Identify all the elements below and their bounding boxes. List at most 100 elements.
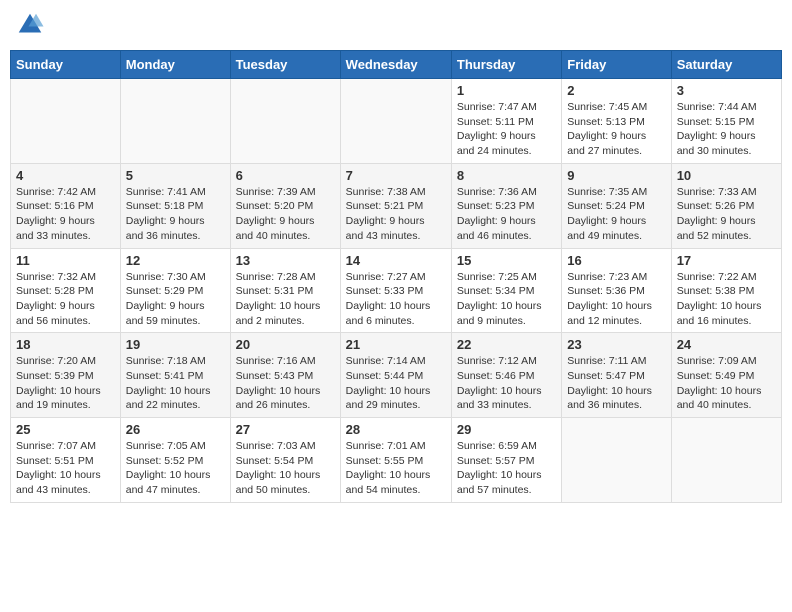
- day-number: 25: [16, 422, 115, 437]
- day-number: 1: [457, 83, 556, 98]
- day-number: 10: [677, 168, 776, 183]
- calendar-week-row: 1Sunrise: 7:47 AM Sunset: 5:11 PM Daylig…: [11, 79, 782, 164]
- day-info: Sunrise: 7:30 AM Sunset: 5:29 PM Dayligh…: [126, 270, 225, 329]
- day-info: Sunrise: 7:11 AM Sunset: 5:47 PM Dayligh…: [567, 354, 665, 413]
- day-number: 17: [677, 253, 776, 268]
- day-number: 7: [346, 168, 446, 183]
- logo-icon: [15, 10, 45, 40]
- day-number: 22: [457, 337, 556, 352]
- calendar-cell: [11, 79, 121, 164]
- day-info: Sunrise: 7:20 AM Sunset: 5:39 PM Dayligh…: [16, 354, 115, 413]
- calendar-week-row: 18 Sunrise: 7:20 AM Sunset: 5:39 PM Dayli…: [11, 333, 782, 418]
- day-info: Sunrise: 7:07 AM Sunset: 5:51 PM Dayligh…: [16, 439, 115, 498]
- day-info: Sunrise: 7:18 AM Sunset: 5:41 PM Dayligh…: [126, 354, 225, 413]
- calendar-cell: 9 Sunrise: 7:35 AM Sunset: 5:24 PM Daylig…: [562, 163, 671, 248]
- calendar-cell: 28 Sunrise: 7:01 AM Sunset: 5:55 PM Dayli…: [340, 418, 451, 503]
- calendar-cell: 17 Sunrise: 7:22 AM Sunset: 5:38 PM Dayli…: [671, 248, 781, 333]
- calendar-cell: 26 Sunrise: 7:05 AM Sunset: 5:52 PM Dayli…: [120, 418, 230, 503]
- day-number: 18: [16, 337, 115, 352]
- day-number: 15: [457, 253, 556, 268]
- day-info: Sunrise: 7:36 AM Sunset: 5:23 PM Dayligh…: [457, 185, 556, 244]
- calendar-cell: [562, 418, 671, 503]
- calendar-cell: 15 Sunrise: 7:25 AM Sunset: 5:34 PM Dayli…: [451, 248, 561, 333]
- calendar-week-row: 25 Sunrise: 7:07 AM Sunset: 5:51 PM Dayli…: [11, 418, 782, 503]
- day-number: 16: [567, 253, 665, 268]
- day-number: 29: [457, 422, 556, 437]
- day-number: 5: [126, 168, 225, 183]
- calendar-cell: 1Sunrise: 7:47 AM Sunset: 5:11 PM Daylig…: [451, 79, 561, 164]
- calendar-cell: 7 Sunrise: 7:38 AM Sunset: 5:21 PM Daylig…: [340, 163, 451, 248]
- weekday-header-thursday: Thursday: [451, 51, 561, 79]
- calendar-cell: 18 Sunrise: 7:20 AM Sunset: 5:39 PM Dayli…: [11, 333, 121, 418]
- calendar-cell: 4 Sunrise: 7:42 AM Sunset: 5:16 PM Daylig…: [11, 163, 121, 248]
- calendar-cell: 22 Sunrise: 7:12 AM Sunset: 5:46 PM Dayli…: [451, 333, 561, 418]
- weekday-header-friday: Friday: [562, 51, 671, 79]
- calendar-header: SundayMondayTuesdayWednesdayThursdayFrid…: [11, 51, 782, 79]
- day-info: Sunrise: 7:45 AM Sunset: 5:13 PM Dayligh…: [567, 100, 665, 159]
- calendar-cell: 29Sunrise: 6:59 AM Sunset: 5:57 PM Dayli…: [451, 418, 561, 503]
- day-info: Sunrise: 7:05 AM Sunset: 5:52 PM Dayligh…: [126, 439, 225, 498]
- calendar-cell: [120, 79, 230, 164]
- calendar-table: SundayMondayTuesdayWednesdayThursdayFrid…: [10, 50, 782, 503]
- day-number: 8: [457, 168, 556, 183]
- weekday-header-saturday: Saturday: [671, 51, 781, 79]
- day-info: Sunrise: 7:16 AM Sunset: 5:43 PM Dayligh…: [236, 354, 335, 413]
- day-number: 6: [236, 168, 335, 183]
- calendar-cell: 6 Sunrise: 7:39 AM Sunset: 5:20 PM Daylig…: [230, 163, 340, 248]
- calendar-body: 1Sunrise: 7:47 AM Sunset: 5:11 PM Daylig…: [11, 79, 782, 503]
- day-number: 11: [16, 253, 115, 268]
- day-number: 2: [567, 83, 665, 98]
- calendar-week-row: 4 Sunrise: 7:42 AM Sunset: 5:16 PM Daylig…: [11, 163, 782, 248]
- calendar-cell: 11Sunrise: 7:32 AM Sunset: 5:28 PM Dayli…: [11, 248, 121, 333]
- day-info: Sunrise: 7:42 AM Sunset: 5:16 PM Dayligh…: [16, 185, 115, 244]
- weekday-header-row: SundayMondayTuesdayWednesdayThursdayFrid…: [11, 51, 782, 79]
- day-info: Sunrise: 7:39 AM Sunset: 5:20 PM Dayligh…: [236, 185, 335, 244]
- day-number: 4: [16, 168, 115, 183]
- calendar-cell: 3 Sunrise: 7:44 AM Sunset: 5:15 PM Daylig…: [671, 79, 781, 164]
- day-number: 19: [126, 337, 225, 352]
- day-number: 20: [236, 337, 335, 352]
- logo: [15, 10, 49, 40]
- calendar-cell: 13Sunrise: 7:28 AM Sunset: 5:31 PM Dayli…: [230, 248, 340, 333]
- calendar-cell: 23 Sunrise: 7:11 AM Sunset: 5:47 PM Dayli…: [562, 333, 671, 418]
- calendar-cell: 19 Sunrise: 7:18 AM Sunset: 5:41 PM Dayli…: [120, 333, 230, 418]
- day-info: Sunrise: 7:41 AM Sunset: 5:18 PM Dayligh…: [126, 185, 225, 244]
- day-info: Sunrise: 7:23 AM Sunset: 5:36 PM Dayligh…: [567, 270, 665, 329]
- day-number: 12: [126, 253, 225, 268]
- day-info: Sunrise: 7:12 AM Sunset: 5:46 PM Dayligh…: [457, 354, 556, 413]
- calendar-cell: [340, 79, 451, 164]
- day-number: 13: [236, 253, 335, 268]
- day-info: Sunrise: 7:09 AM Sunset: 5:49 PM Dayligh…: [677, 354, 776, 413]
- calendar-cell: 10 Sunrise: 7:33 AM Sunset: 5:26 PM Dayli…: [671, 163, 781, 248]
- calendar-cell: 25 Sunrise: 7:07 AM Sunset: 5:51 PM Dayli…: [11, 418, 121, 503]
- day-info: Sunrise: 7:22 AM Sunset: 5:38 PM Dayligh…: [677, 270, 776, 329]
- calendar-cell: 12 Sunrise: 7:30 AM Sunset: 5:29 PM Dayli…: [120, 248, 230, 333]
- weekday-header-wednesday: Wednesday: [340, 51, 451, 79]
- day-number: 28: [346, 422, 446, 437]
- day-number: 3: [677, 83, 776, 98]
- day-number: 9: [567, 168, 665, 183]
- day-info: Sunrise: 7:03 AM Sunset: 5:54 PM Dayligh…: [236, 439, 335, 498]
- day-info: Sunrise: 7:27 AM Sunset: 5:33 PM Dayligh…: [346, 270, 446, 329]
- calendar-week-row: 11Sunrise: 7:32 AM Sunset: 5:28 PM Dayli…: [11, 248, 782, 333]
- calendar-cell: 14Sunrise: 7:27 AM Sunset: 5:33 PM Dayli…: [340, 248, 451, 333]
- day-info: Sunrise: 7:35 AM Sunset: 5:24 PM Dayligh…: [567, 185, 665, 244]
- calendar-cell: 8 Sunrise: 7:36 AM Sunset: 5:23 PM Daylig…: [451, 163, 561, 248]
- day-info: Sunrise: 7:44 AM Sunset: 5:15 PM Dayligh…: [677, 100, 776, 159]
- weekday-header-sunday: Sunday: [11, 51, 121, 79]
- calendar-cell: 21Sunrise: 7:14 AM Sunset: 5:44 PM Dayli…: [340, 333, 451, 418]
- calendar-cell: 16 Sunrise: 7:23 AM Sunset: 5:36 PM Dayli…: [562, 248, 671, 333]
- day-info: Sunrise: 7:38 AM Sunset: 5:21 PM Dayligh…: [346, 185, 446, 244]
- calendar-cell: 5 Sunrise: 7:41 AM Sunset: 5:18 PM Daylig…: [120, 163, 230, 248]
- day-info: Sunrise: 7:14 AM Sunset: 5:44 PM Dayligh…: [346, 354, 446, 413]
- day-info: Sunrise: 7:25 AM Sunset: 5:34 PM Dayligh…: [457, 270, 556, 329]
- day-number: 23: [567, 337, 665, 352]
- day-number: 24: [677, 337, 776, 352]
- calendar-cell: 24 Sunrise: 7:09 AM Sunset: 5:49 PM Dayli…: [671, 333, 781, 418]
- day-info: Sunrise: 7:33 AM Sunset: 5:26 PM Dayligh…: [677, 185, 776, 244]
- weekday-header-tuesday: Tuesday: [230, 51, 340, 79]
- day-number: 26: [126, 422, 225, 437]
- day-info: Sunrise: 7:01 AM Sunset: 5:55 PM Dayligh…: [346, 439, 446, 498]
- day-number: 27: [236, 422, 335, 437]
- calendar-cell: 20 Sunrise: 7:16 AM Sunset: 5:43 PM Dayli…: [230, 333, 340, 418]
